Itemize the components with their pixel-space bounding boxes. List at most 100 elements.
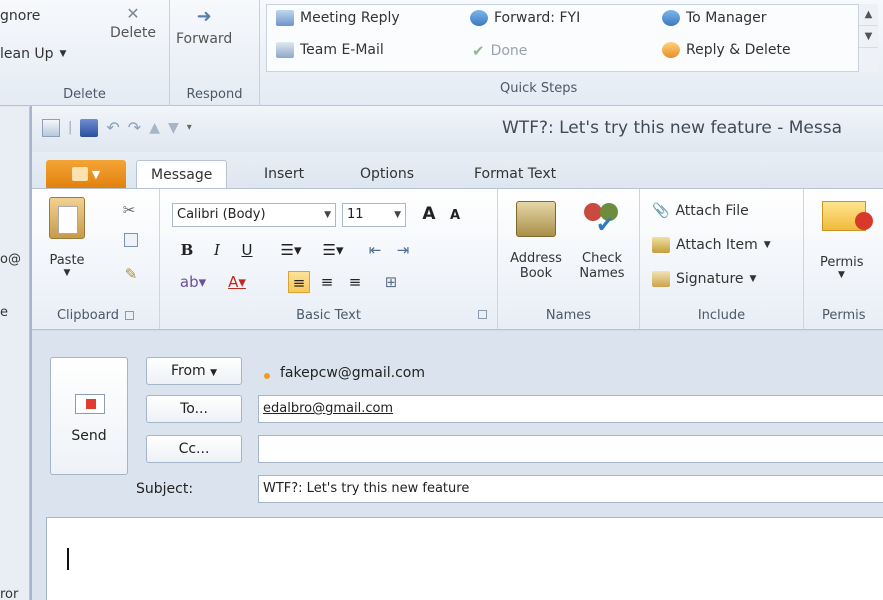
from-button[interactable]: From ▼ bbox=[146, 357, 242, 385]
quick-step-team-email[interactable]: Team E-Mail bbox=[276, 42, 384, 58]
to-recipient[interactable]: edalbro@gmail.com bbox=[263, 401, 393, 416]
attach-item-label: Attach Item bbox=[676, 237, 758, 253]
compose-area: Send From ▼ fakepcw@gmail.com To... edal… bbox=[32, 331, 883, 600]
forward-button[interactable]: ➜ Forward bbox=[176, 6, 232, 47]
ignore-label: gnore bbox=[0, 8, 41, 24]
window-title: WTF?: Let's try this new feature - Messa bbox=[502, 118, 843, 138]
next-item-icon[interactable]: ▼ bbox=[168, 120, 179, 136]
names-group-label: Names bbox=[545, 308, 592, 323]
ignore-button[interactable]: gnore bbox=[0, 8, 40, 24]
tab-insert[interactable]: Insert bbox=[250, 160, 318, 188]
address-label: Address bbox=[510, 251, 562, 266]
cc-button[interactable]: Cc... bbox=[146, 435, 242, 463]
title-bar: | ↶ ↷ ▲ ▼ ▾ WTF?: Let's try this new fea… bbox=[32, 106, 883, 152]
copy-icon[interactable] bbox=[120, 231, 142, 253]
bullets-icon[interactable]: ☰▾ bbox=[274, 239, 308, 261]
include-group: 📎 Attach File Attach Item ▼ Signature ▼ … bbox=[640, 189, 804, 329]
increase-indent-icon[interactable]: ⇥ bbox=[392, 239, 414, 261]
quick-step-meeting-reply[interactable]: Meeting Reply bbox=[276, 10, 400, 26]
cc-field[interactable] bbox=[258, 435, 883, 463]
previous-item-icon[interactable]: ▲ bbox=[149, 120, 160, 136]
quick-step-label: Done bbox=[490, 43, 528, 59]
quick-step-reply-delete[interactable]: Reply & Delete bbox=[662, 42, 791, 58]
quick-step-label: Reply & Delete bbox=[686, 42, 791, 58]
signature-button[interactable]: Signature ▼ bbox=[652, 271, 756, 287]
address-book-button[interactable]: Address Book bbox=[504, 201, 568, 281]
tab-message[interactable]: Message bbox=[136, 160, 228, 189]
include-group-label: Include bbox=[697, 308, 746, 323]
subject-value: WTF?: Let's try this new feature bbox=[263, 481, 470, 496]
undo-icon[interactable]: ↶ bbox=[106, 118, 119, 137]
scroll-up-icon[interactable]: ▲ bbox=[859, 4, 878, 26]
align-left-icon[interactable]: ≡ bbox=[288, 271, 310, 293]
message-ribbon: Paste ▼ ✂ ✎ Clipboard Calibri (Body) ▼ 11… bbox=[32, 188, 883, 330]
quick-steps-label: Quick Steps bbox=[500, 81, 577, 96]
send-button[interactable]: Send bbox=[50, 357, 128, 475]
styles-icon[interactable]: ⊞ bbox=[380, 271, 402, 293]
highlight-icon[interactable]: ab▾ bbox=[176, 271, 210, 293]
team-mail-icon bbox=[276, 42, 294, 58]
format-painter-icon[interactable]: ✎ bbox=[120, 263, 142, 285]
font-name-combo[interactable]: Calibri (Body) ▼ bbox=[172, 203, 336, 227]
quick-step-label: Forward: FYI bbox=[494, 10, 581, 26]
align-center-icon[interactable]: ≡ bbox=[316, 271, 338, 293]
message-body[interactable] bbox=[46, 517, 883, 600]
delete-group-label: Delete bbox=[63, 87, 106, 102]
quick-steps-scroll[interactable]: ▲ ▼ bbox=[858, 4, 878, 72]
font-color-icon[interactable]: A▾ bbox=[220, 271, 254, 293]
tab-options[interactable]: Options bbox=[346, 160, 428, 188]
calendar-icon bbox=[276, 10, 294, 26]
check-names-icon: ✔ bbox=[582, 201, 622, 238]
permission-label: Permis bbox=[820, 255, 864, 270]
forward-label: Forward bbox=[176, 31, 233, 47]
italic-icon[interactable]: I bbox=[206, 239, 228, 261]
dialog-launcher-icon[interactable] bbox=[125, 311, 135, 320]
to-button[interactable]: To... bbox=[146, 395, 242, 423]
separator: | bbox=[68, 120, 73, 135]
reply-delete-icon bbox=[662, 42, 680, 58]
check-names-button[interactable]: ✔ Check Names bbox=[572, 201, 632, 281]
chevron-down-icon: ▼ bbox=[210, 368, 218, 378]
customize-toolbar-icon[interactable]: ▾ bbox=[187, 122, 192, 133]
attach-item-icon bbox=[652, 237, 670, 253]
tab-format-text[interactable]: Format Text bbox=[460, 160, 570, 188]
attach-item-button[interactable]: Attach Item ▼ bbox=[652, 237, 771, 253]
redo-icon[interactable]: ↷ bbox=[128, 118, 141, 137]
to-field[interactable]: edalbro@gmail.com bbox=[258, 395, 883, 423]
checkmark-icon: ✔ bbox=[472, 42, 485, 60]
numbering-icon[interactable]: ☰▾ bbox=[316, 239, 350, 261]
chevron-down-icon: ▼ bbox=[324, 210, 331, 220]
permission-envelope-icon bbox=[822, 201, 873, 231]
file-tab[interactable]: ▼ bbox=[46, 160, 126, 188]
font-name-value: Calibri (Body) bbox=[177, 207, 266, 222]
permission-group-label: Permis bbox=[822, 308, 866, 323]
signature-label: Signature bbox=[676, 271, 744, 287]
shrink-font-icon[interactable]: A bbox=[444, 205, 466, 227]
font-size-combo[interactable]: 11 ▼ bbox=[342, 203, 406, 227]
permission-button[interactable]: Permis ▼ bbox=[820, 201, 883, 280]
bold-icon[interactable]: B bbox=[176, 239, 198, 261]
save-icon[interactable] bbox=[80, 118, 99, 137]
cut-icon[interactable]: ✂ bbox=[118, 199, 140, 221]
chevron-down-icon: ▼ bbox=[59, 49, 67, 59]
clean-up-button[interactable]: lean Up ▼ bbox=[0, 46, 66, 62]
chevron-down-icon: ▼ bbox=[763, 240, 771, 250]
attach-file-button[interactable]: 📎 Attach File bbox=[652, 203, 749, 219]
underline-icon[interactable]: U bbox=[236, 239, 258, 261]
align-right-icon[interactable]: ≡ bbox=[344, 271, 366, 293]
grow-font-icon[interactable]: A bbox=[418, 203, 440, 225]
quick-steps-label-text: Quick Steps bbox=[500, 81, 578, 96]
delete-button[interactable]: ✕ Delete bbox=[110, 4, 156, 41]
quick-step-to-manager[interactable]: To Manager bbox=[662, 10, 767, 26]
forward-mail-icon bbox=[470, 10, 488, 26]
paste-button[interactable]: Paste ▼ bbox=[44, 197, 90, 278]
scroll-down-icon[interactable]: ▼ bbox=[859, 26, 878, 48]
subject-field[interactable]: WTF?: Let's try this new feature bbox=[258, 475, 883, 503]
from-button-label: From bbox=[170, 363, 206, 379]
main-ribbon: gnore lean Up ▼ ✕ Delete Delete ➜ Forwar… bbox=[0, 0, 883, 106]
quick-step-forward-fyi[interactable]: Forward: FYI bbox=[470, 10, 580, 26]
decrease-indent-icon[interactable]: ⇤ bbox=[364, 239, 386, 261]
clipboard-group: Paste ▼ ✂ ✎ Clipboard bbox=[32, 189, 160, 329]
quick-step-done[interactable]: ✔ Done bbox=[472, 42, 527, 60]
dialog-launcher-icon[interactable] bbox=[478, 310, 487, 319]
